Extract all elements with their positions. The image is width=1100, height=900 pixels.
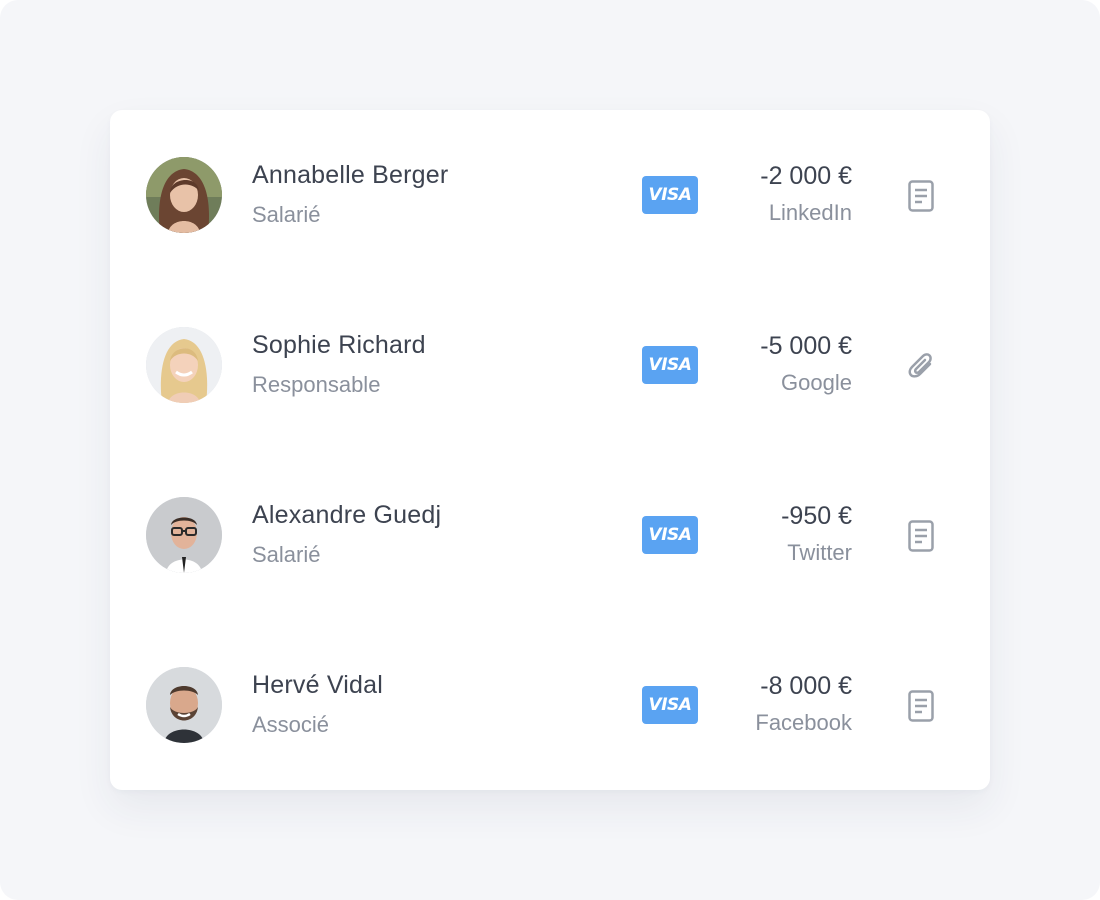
person-name: Hervé Vidal: [252, 671, 383, 699]
transaction-row[interactable]: Alexandre Guedj Salarié VISA -950 € Twit…: [110, 450, 990, 620]
transaction-amount: -5 000 €: [760, 332, 852, 360]
person-role: Salarié: [252, 202, 321, 227]
visa-card-icon: VISA: [642, 516, 698, 554]
transaction-row[interactable]: Sophie Richard Responsable VISA -5 000 €…: [110, 280, 990, 450]
avatar: [146, 157, 222, 233]
person-role: Salarié: [252, 542, 321, 567]
visa-card-icon: VISA: [642, 346, 698, 384]
avatar: [146, 667, 222, 743]
page-background: Annabelle Berger Salarié VISA -2 000 € L…: [0, 0, 1100, 900]
visa-card-icon: VISA: [642, 176, 698, 214]
person-name: Annabelle Berger: [252, 161, 449, 189]
transactions-card: Annabelle Berger Salarié VISA -2 000 € L…: [110, 110, 990, 790]
avatar: [146, 327, 222, 403]
document-icon[interactable]: [904, 179, 938, 213]
document-icon[interactable]: [904, 689, 938, 723]
transaction-row[interactable]: Hervé Vidal Associé VISA -8 000 € Facebo…: [110, 620, 990, 790]
paperclip-icon[interactable]: [904, 349, 938, 383]
transaction-source: Google: [781, 370, 852, 395]
transaction-source: Twitter: [787, 540, 852, 565]
person-role: Associé: [252, 712, 330, 737]
visa-card-icon: VISA: [642, 686, 698, 724]
transaction-row[interactable]: Annabelle Berger Salarié VISA -2 000 € L…: [110, 110, 990, 280]
avatar: [146, 497, 222, 573]
person-name: Sophie Richard: [252, 331, 426, 359]
person-name: Alexandre Guedj: [252, 501, 442, 529]
person-role: Responsable: [252, 372, 381, 397]
transaction-amount: -2 000 €: [760, 162, 852, 190]
transaction-source: Facebook: [755, 710, 852, 735]
transaction-amount: -8 000 €: [760, 672, 852, 700]
document-icon[interactable]: [904, 519, 938, 553]
transaction-amount: -950 €: [781, 502, 852, 530]
transaction-source: LinkedIn: [768, 200, 852, 225]
